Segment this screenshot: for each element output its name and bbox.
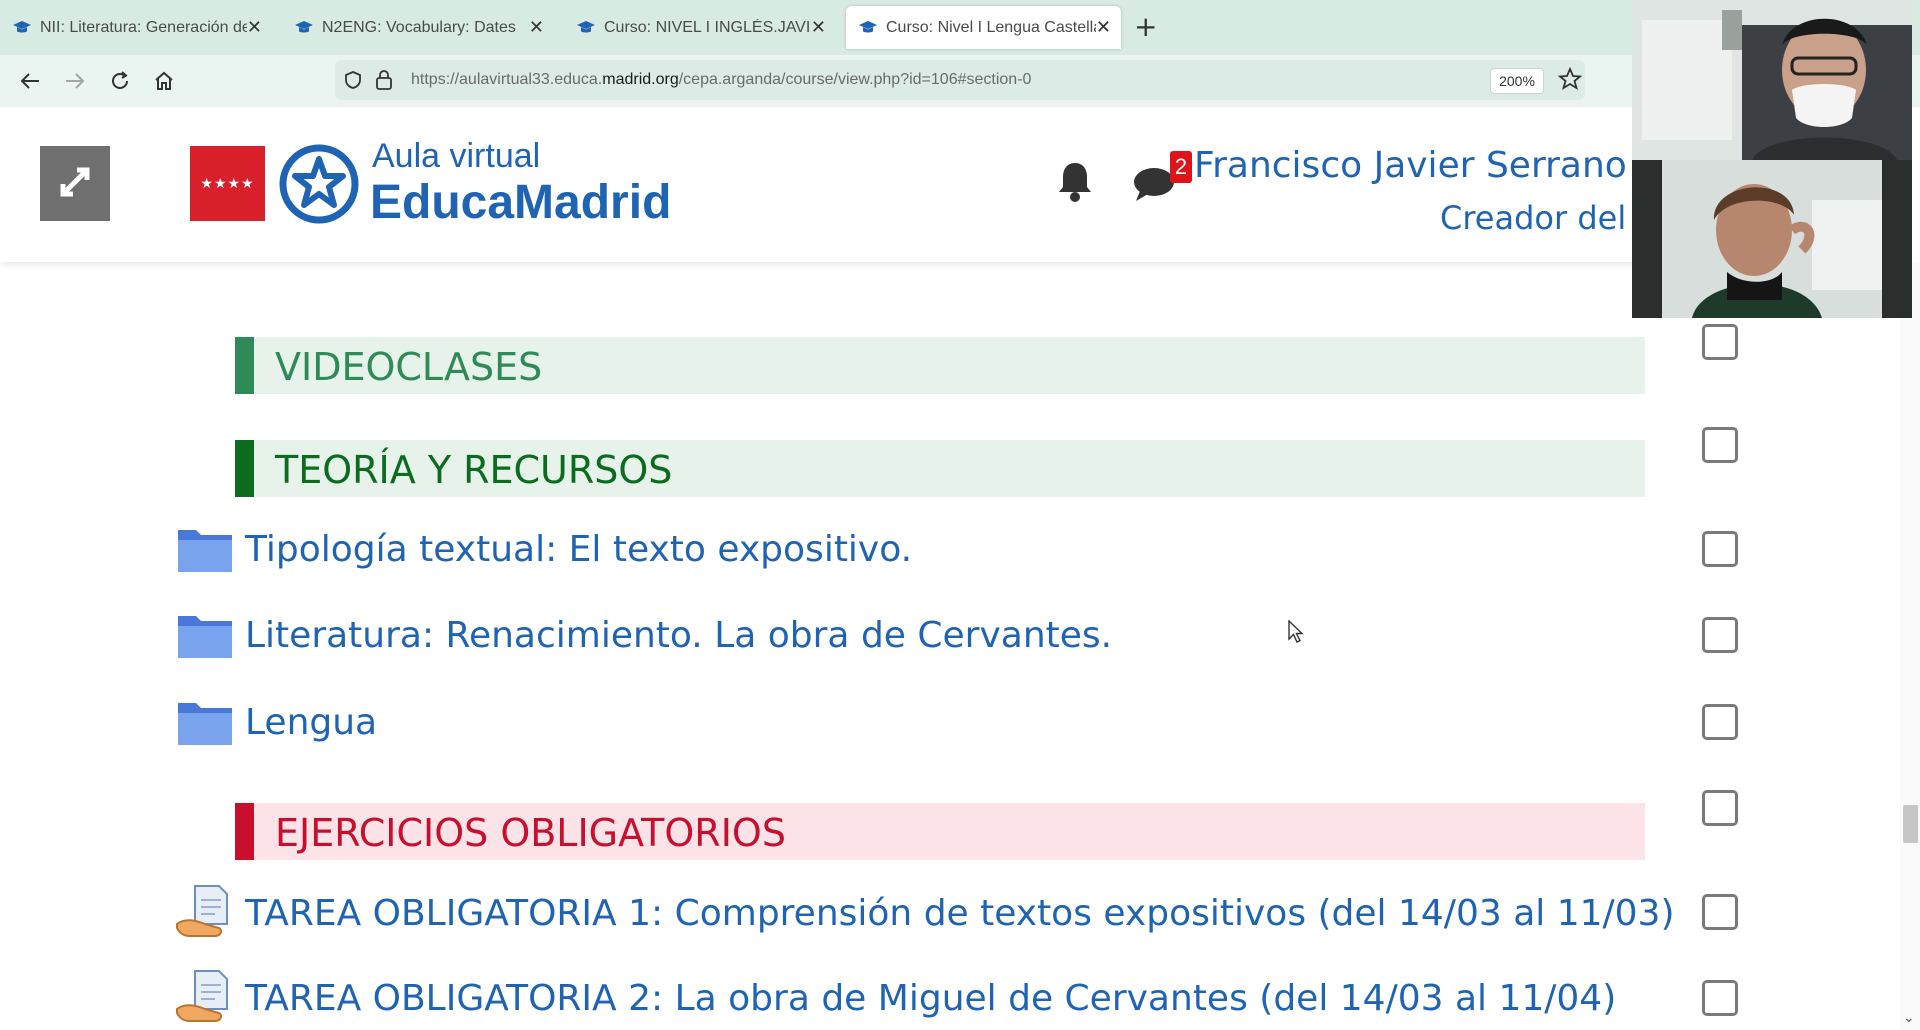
folder-icon	[175, 521, 235, 577]
section-videoclases: VIDEOCLASES	[235, 337, 1645, 394]
close-icon[interactable]: ✕	[247, 17, 262, 38]
video-participant-tile	[1632, 0, 1912, 160]
completion-checkbox[interactable]	[1702, 324, 1738, 360]
url-text: https://aulavirtual33.educa.madrid.org/c…	[411, 71, 1032, 88]
home-icon[interactable]	[150, 67, 178, 95]
participant-video-icon	[1632, 0, 1912, 160]
bell-icon[interactable]	[1055, 159, 1095, 207]
folder-icon	[175, 694, 235, 750]
folder-icon	[175, 607, 235, 663]
section-title[interactable]: EJERCICIOS OBLIGATORIOS	[275, 811, 786, 855]
zoom-level-badge[interactable]: 200%	[1490, 68, 1544, 94]
activity-link[interactable]: Lengua	[245, 702, 377, 743]
user-role: Creador del	[1440, 199, 1627, 237]
tab-label: N2ENG: Vocabulary: Dates	[322, 18, 516, 36]
section-color-bar	[235, 440, 254, 497]
forward-arrow-icon[interactable]	[61, 67, 89, 95]
activity-folder[interactable]: Tipología textual: El texto expositivo.	[175, 519, 912, 579]
star-bookmark-icon[interactable]	[1557, 66, 1583, 96]
messages-count-badge: 2	[1170, 151, 1192, 183]
section-ejercicios-obligatorios: EJERCICIOS OBLIGATORIOS	[235, 803, 1645, 860]
section-title[interactable]: VIDEOCLASES	[275, 345, 542, 389]
graduation-cap-icon	[12, 18, 32, 38]
completion-checkbox[interactable]	[1702, 427, 1738, 463]
educamadrid-logo-icon	[278, 143, 360, 229]
activity-assignment[interactable]: TAREA OBLIGATORIA 2: La obra de Miguel d…	[175, 968, 1616, 1028]
activity-folder[interactable]: Literatura: Renacimiento. La obra de Cer…	[175, 605, 1112, 665]
completion-checkbox[interactable]	[1702, 894, 1738, 930]
fullscreen-toggle-button[interactable]	[40, 146, 110, 221]
activity-link[interactable]: TAREA OBLIGATORIA 2: La obra de Miguel d…	[245, 978, 1616, 1019]
user-name[interactable]: Francisco Javier Serrano G	[1194, 145, 1666, 186]
mouse-cursor-icon	[1288, 619, 1304, 648]
section-title[interactable]: TEORÍA Y RECURSOS	[275, 448, 672, 492]
browser-tab[interactable]: N2ENG: Vocabulary: Dates ✕	[282, 6, 554, 49]
activity-link[interactable]: Tipología textual: El texto expositivo.	[245, 529, 912, 570]
completion-checkbox[interactable]	[1702, 790, 1738, 826]
video-participant-tile	[1632, 160, 1912, 318]
browser-tab[interactable]: Curso: NIVEL I INGLÉS.JAVIER ✕	[564, 6, 836, 49]
address-bar[interactable]: https://aulavirtual33.educa.madrid.org/c…	[335, 60, 1585, 100]
tab-label: Curso: NIVEL I INGLÉS.JAVIER	[604, 18, 811, 36]
close-icon[interactable]: ✕	[1096, 17, 1111, 38]
page-scrollbar-thumb[interactable]	[1903, 805, 1918, 843]
participant-video-icon	[1632, 160, 1912, 318]
completion-checkbox[interactable]	[1702, 704, 1738, 740]
new-tab-icon[interactable]: +	[1134, 10, 1157, 43]
graduation-cap-icon	[294, 18, 314, 38]
completion-checkbox[interactable]	[1702, 617, 1738, 653]
lock-icon[interactable]	[375, 69, 393, 95]
page-scrollbar-track[interactable]	[1900, 262, 1920, 1030]
activity-assignment[interactable]: TAREA OBLIGATORIA 1: Comprensión de text…	[175, 883, 1675, 943]
browser-tab-active[interactable]: Curso: Nivel I Lengua Castellana ✕	[846, 6, 1121, 49]
activity-folder[interactable]: Lengua	[175, 692, 377, 752]
assignment-icon	[175, 885, 235, 941]
close-icon[interactable]: ✕	[529, 17, 544, 38]
scroll-down-icon[interactable]: ⌄	[1903, 1010, 1915, 1026]
section-teoria-recursos: TEORÍA Y RECURSOS	[235, 440, 1645, 497]
expand-arrows-icon	[55, 162, 95, 206]
tab-label: NII: Literatura: Generación del 2	[40, 18, 247, 36]
logo-text-aula-virtual: Aula virtual	[372, 137, 541, 175]
section-color-bar	[235, 803, 254, 860]
assignment-icon	[175, 970, 235, 1026]
section-color-bar	[235, 337, 254, 394]
activity-link[interactable]: Literatura: Renacimiento. La obra de Cer…	[245, 615, 1112, 656]
reload-icon[interactable]	[106, 67, 134, 95]
completion-checkbox[interactable]	[1702, 980, 1738, 1016]
graduation-cap-icon	[576, 18, 596, 38]
logo-text-educamadrid: EducaMadrid	[370, 176, 672, 229]
shield-icon[interactable]	[343, 70, 363, 94]
back-arrow-icon[interactable]	[16, 67, 44, 95]
completion-checkbox[interactable]	[1702, 531, 1738, 567]
graduation-cap-icon	[858, 18, 878, 38]
activity-link[interactable]: TAREA OBLIGATORIA 1: Comprensión de text…	[245, 893, 1675, 934]
madrid-flag-logo: ★★★★	[190, 146, 265, 221]
close-icon[interactable]: ✕	[811, 17, 826, 38]
browser-tab[interactable]: NII: Literatura: Generación del 2 ✕	[0, 6, 272, 49]
tab-label: Curso: Nivel I Lengua Castellana	[886, 18, 1096, 36]
